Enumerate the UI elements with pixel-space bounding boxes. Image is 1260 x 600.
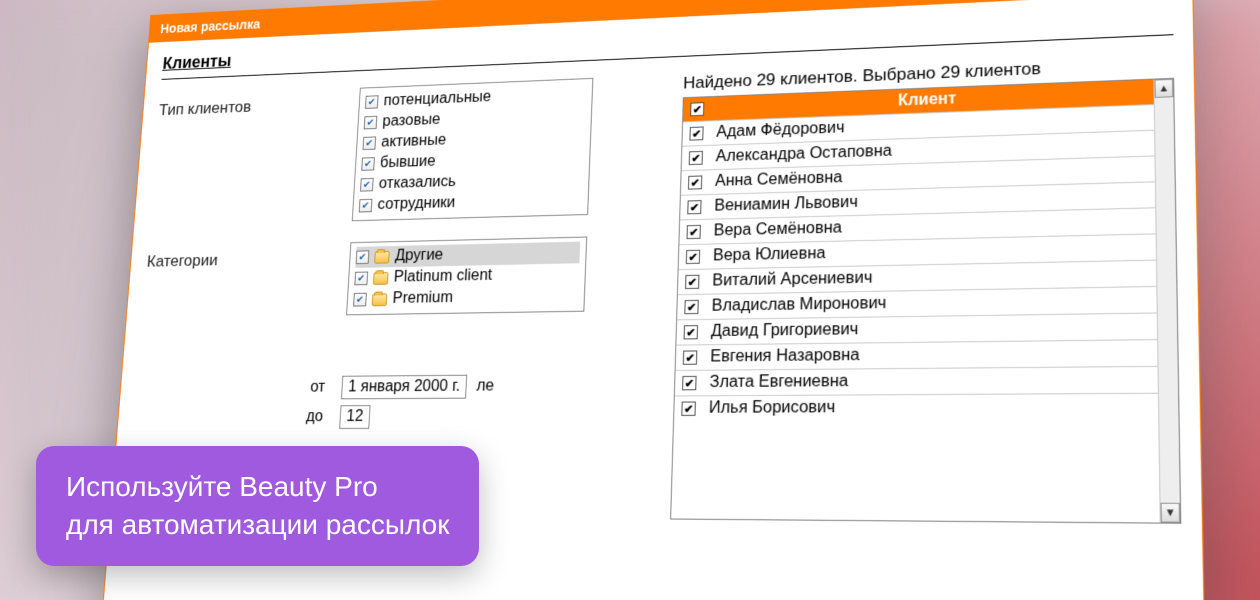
checkbox-icon[interactable]: ✔ <box>690 102 704 116</box>
client-type-row: Тип клиентов ✔потенциальные ✔разовые ✔ак… <box>150 75 656 226</box>
client-table: ✔ Клиент ✔Адам Фёдорович ✔Александра Ост… <box>670 78 1181 524</box>
date-range: от 1 января 2000 г. ле до 12 <box>134 373 647 429</box>
option-label: отказались <box>378 173 456 193</box>
checkbox-icon[interactable]: ✔ <box>681 401 696 415</box>
checkbox-icon[interactable]: ✔ <box>689 126 703 140</box>
option-label: Platinum client <box>393 267 492 286</box>
folder-icon <box>374 250 390 263</box>
client-table-body: ✔ Клиент ✔Адам Фёдорович ✔Александра Ост… <box>671 80 1160 523</box>
categories-row: Категории ✔ Другие ✔ Platinum client ✔ Prem… <box>143 235 651 318</box>
client-name: Злата Евгениевна <box>703 367 1158 395</box>
checkbox-icon[interactable]: ✔ <box>684 325 698 339</box>
promo-banner: Используйте Beauty Pro для автоматизации… <box>36 446 479 566</box>
checkbox-icon[interactable]: ✔ <box>686 250 700 264</box>
date-to-label: до <box>134 408 331 426</box>
header-checkbox-cell[interactable]: ✔ <box>683 99 711 119</box>
client-name: Евгения Назаровна <box>704 340 1158 370</box>
date-unit-suffix: ле <box>476 378 494 396</box>
client-name: Илья Борисович <box>702 394 1158 421</box>
folder-icon <box>373 272 389 285</box>
checkbox-icon[interactable]: ✔ <box>354 272 368 286</box>
option-label: разовые <box>382 112 441 131</box>
checkbox-icon[interactable]: ✔ <box>362 136 376 150</box>
categories-listbox[interactable]: ✔ Другие ✔ Platinum client ✔ Premium <box>346 237 587 316</box>
checkbox-icon[interactable]: ✔ <box>687 200 701 214</box>
checkbox-icon[interactable]: ✔ <box>689 151 703 165</box>
table-row[interactable]: ✔ Илья Борисович <box>674 393 1158 421</box>
checkbox-icon[interactable]: ✔ <box>687 225 701 239</box>
option-label: потенциальные <box>383 89 491 110</box>
date-from-input[interactable]: 1 января 2000 г. <box>341 375 467 400</box>
checkbox-icon[interactable]: ✔ <box>365 95 379 109</box>
checkbox-icon[interactable]: ✔ <box>684 300 698 314</box>
results-column: Найдено 29 клиентов. Выбрано 29 клиентов… <box>667 53 1183 600</box>
option-label: активные <box>381 132 447 151</box>
table-row[interactable]: ✔ Злата Евгениевна <box>675 366 1158 396</box>
scroll-track[interactable] <box>1155 97 1180 503</box>
option-label: бывшие <box>380 153 436 172</box>
date-from-row: от 1 января 2000 г. ле <box>136 373 646 400</box>
checkbox-icon[interactable]: ✔ <box>682 376 697 390</box>
client-name: Давид Григориевич <box>705 314 1158 345</box>
date-to-input[interactable]: 12 <box>339 405 370 429</box>
checkbox-icon[interactable]: ✔ <box>364 116 378 130</box>
categories-label: Категории <box>146 242 341 271</box>
checkbox-icon[interactable]: ✔ <box>688 175 702 189</box>
checkbox-icon[interactable]: ✔ <box>359 199 373 213</box>
client-type-listbox[interactable]: ✔потенциальные ✔разовые ✔активные ✔бывши… <box>352 78 594 221</box>
checkbox-icon[interactable]: ✔ <box>360 178 374 192</box>
option-label: сотрудники <box>377 194 456 213</box>
promo-line-2: для автоматизации рассылок <box>66 506 449 544</box>
checkbox-icon[interactable]: ✔ <box>356 250 370 264</box>
folder-icon <box>372 293 388 306</box>
scroll-up-icon[interactable]: ▲ <box>1154 79 1173 98</box>
checkbox-icon[interactable]: ✔ <box>353 293 367 307</box>
window-title: Новая рассылка <box>160 17 261 36</box>
date-from-label: от <box>136 379 333 398</box>
option-label: Premium <box>392 289 453 308</box>
scroll-down-icon[interactable]: ▼ <box>1161 503 1181 523</box>
client-type-label: Тип клиентов <box>158 88 350 120</box>
date-to-row: до 12 <box>134 404 646 430</box>
checkbox-icon[interactable]: ✔ <box>685 275 699 289</box>
option-label: Другие <box>395 247 444 265</box>
checkbox-icon[interactable]: ✔ <box>361 157 375 171</box>
promo-line-1: Используйте Beauty Pro <box>66 468 449 506</box>
category-option[interactable]: ✔ Premium <box>353 285 579 310</box>
checkbox-icon[interactable]: ✔ <box>683 350 698 364</box>
